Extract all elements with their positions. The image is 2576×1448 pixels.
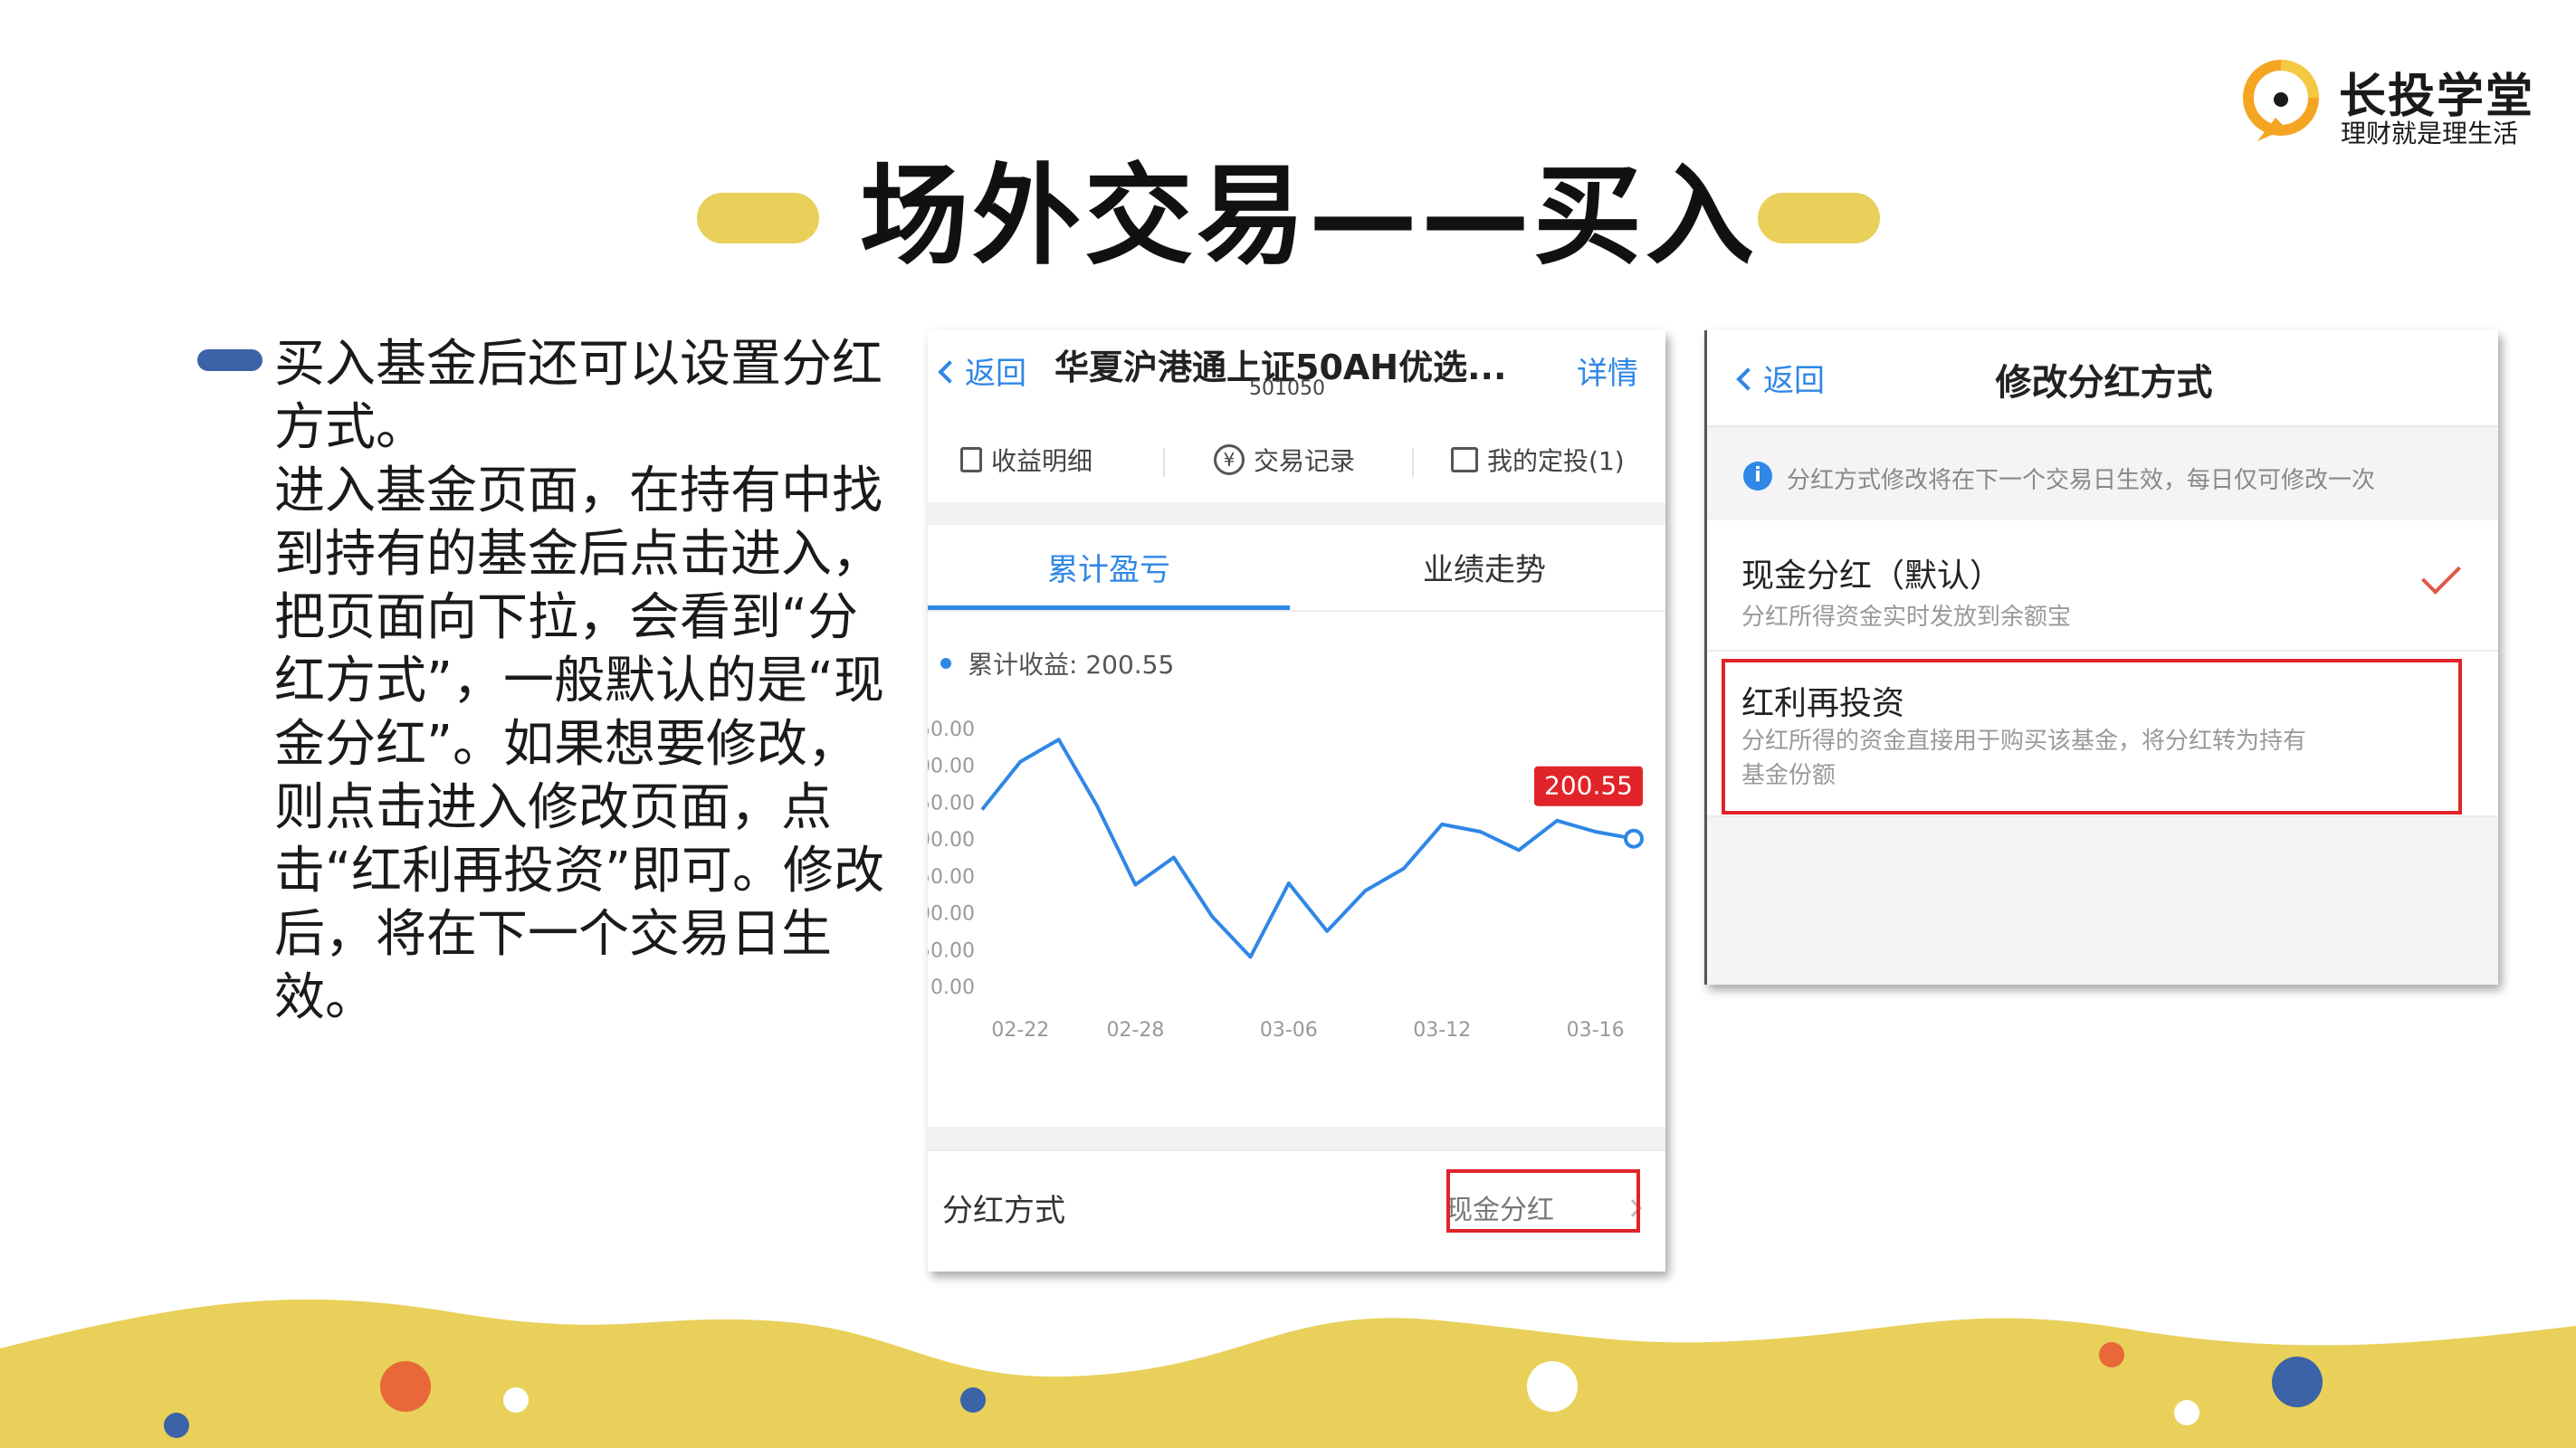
- calendar-icon: [1451, 447, 1478, 472]
- cumulative-pnl-chart: 350.00 300.00 250.00 200.00 150.00 100.00 50.0…: [928, 719, 1644, 1042]
- x-tick-label: 02-28: [1106, 1019, 1164, 1042]
- x-tick-label: 03-06: [1260, 1019, 1318, 1042]
- title-right-pill: [1758, 193, 1880, 243]
- lightbulb-logo-icon: [2243, 60, 2319, 141]
- x-tick-label: 02-22: [991, 1019, 1049, 1042]
- yen-icon: ¥: [1214, 444, 1245, 475]
- body-text: 买入基金后还可以设置分红方式。 进入基金页面，在持有中找到持有的基金后点击进入，…: [274, 333, 890, 1030]
- chevron-left-icon: [938, 360, 961, 384]
- y-tick-label: 300.00: [928, 756, 975, 778]
- y-tick-label: 250.00: [928, 792, 975, 814]
- back-button[interactable]: 返回: [938, 348, 1026, 393]
- divider: [1163, 448, 1165, 477]
- y-tick-label: 0.00: [930, 976, 975, 999]
- empty-area: [1707, 817, 2498, 985]
- document-icon: [960, 447, 982, 472]
- legend-label: 累计收益: 200.55: [968, 650, 1175, 680]
- divider: [1412, 448, 1414, 477]
- decor-dot: [2174, 1400, 2199, 1425]
- detail-link[interactable]: 详情: [1577, 348, 1638, 393]
- option-title: 现金分红（默认）: [1741, 557, 2003, 595]
- checkmark-icon: [2421, 555, 2461, 595]
- back-label: 返回: [965, 356, 1026, 392]
- tab-border: [928, 610, 1665, 612]
- chart-tabs: 累计盈亏 业绩走势: [928, 525, 1665, 615]
- value-label: 200.55: [1544, 771, 1633, 801]
- y-tick-label: 350.00: [928, 719, 975, 741]
- option-desc: 分红所得资金实时发放到余额宝: [1741, 604, 2072, 631]
- slide-title: 场外交易——买入: [860, 154, 1758, 280]
- decor-dot: [2272, 1357, 2323, 1407]
- menu-label: 交易记录: [1254, 446, 1356, 476]
- decor-dot: [503, 1387, 529, 1413]
- decor-dot: [960, 1387, 986, 1413]
- modify-dividend-screenshot: 返回 修改分红方式 i 分红方式修改将在下一个交易日生效，每日仅可修改一次 现金…: [1704, 330, 2498, 985]
- menu-label: 我的定投(1): [1487, 446, 1625, 476]
- notice-text: 分红方式修改将在下一个交易日生效，每日仅可修改一次: [1787, 467, 2376, 494]
- last-point-marker: [1624, 828, 1644, 849]
- y-tick-label: 200.00: [928, 829, 975, 852]
- decor-dot: [2099, 1342, 2124, 1367]
- info-icon: i: [1743, 462, 1772, 491]
- title-left-pill: [697, 193, 819, 243]
- page-title: 修改分红方式: [1995, 362, 2213, 404]
- y-tick-label: 50.00: [928, 939, 975, 962]
- notice-bar: i 分红方式修改将在下一个交易日生效，每日仅可修改一次: [1707, 425, 2498, 520]
- decor-dot: [1527, 1361, 1578, 1412]
- section-gap: [928, 502, 1665, 525]
- x-tick-label: 03-12: [1413, 1019, 1471, 1042]
- decor-dot: [380, 1361, 431, 1412]
- dividend-label: 分红方式: [942, 1193, 1065, 1229]
- bullet-marker: [197, 349, 262, 371]
- option-reinvest[interactable]: 红利再投资 分红所得的资金直接用于购买该基金，将分红转为持有基金份额: [1707, 652, 2498, 817]
- fund-code: 501050: [1249, 377, 1325, 400]
- tab-cumulative-pnl[interactable]: 累计盈亏: [928, 525, 1290, 615]
- brand-logo: 长投学堂 理财就是理生活: [2239, 54, 2547, 154]
- y-tick-label: 150.00: [928, 866, 975, 889]
- legend-dot: [940, 658, 951, 669]
- fund-detail-screenshot: 返回 华夏沪港通上证50AH优选... 501050 详情 收益明细 ¥ 交易记录…: [928, 330, 1665, 1272]
- menu-income-detail[interactable]: 收益明细: [960, 421, 1092, 502]
- menu-trade-records[interactable]: ¥ 交易记录: [1214, 421, 1355, 502]
- highlight-box: [1722, 659, 2462, 814]
- fund-menu: 收益明细 ¥ 交易记录 我的定投(1): [928, 421, 1665, 502]
- decorative-wave: [0, 1299, 2576, 1448]
- option-cash-dividend[interactable]: 现金分红（默认） 分红所得资金实时发放到余额宝: [1707, 520, 2498, 652]
- section-gap: [928, 1127, 1665, 1149]
- y-tick-label: 100.00: [928, 903, 975, 926]
- body-paragraph-2: 进入基金页面，在持有中找到持有的基金后点击进入，把页面向下拉，会看到“分红方式”…: [274, 462, 885, 1027]
- highlight-box: [1446, 1169, 1640, 1233]
- decor-dot: [164, 1413, 189, 1438]
- x-tick-label: 03-16: [1567, 1019, 1625, 1042]
- tab-performance-trend[interactable]: 业绩走势: [1303, 525, 1665, 615]
- menu-label: 收益明细: [991, 446, 1093, 476]
- logo-subtitle: 理财就是理生活: [2341, 119, 2519, 148]
- chart-legend: 累计收益: 200.55: [940, 645, 1174, 681]
- body-paragraph-1: 买入基金后还可以设置分红方式。: [274, 335, 883, 457]
- menu-my-plans[interactable]: 我的定投(1): [1451, 421, 1625, 502]
